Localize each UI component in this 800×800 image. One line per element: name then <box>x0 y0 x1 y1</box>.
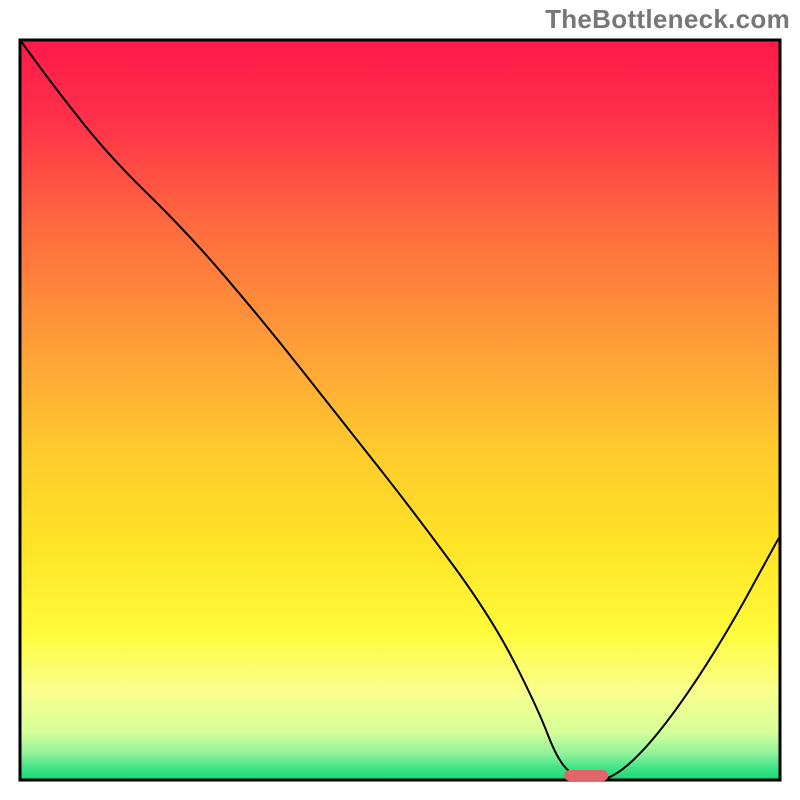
plot-background <box>20 40 780 780</box>
figure-container: TheBottleneck.com <box>0 0 800 800</box>
watermark-text: TheBottleneck.com <box>545 4 790 35</box>
target-bar-marker <box>564 770 608 781</box>
bottleneck-chart <box>0 0 800 800</box>
